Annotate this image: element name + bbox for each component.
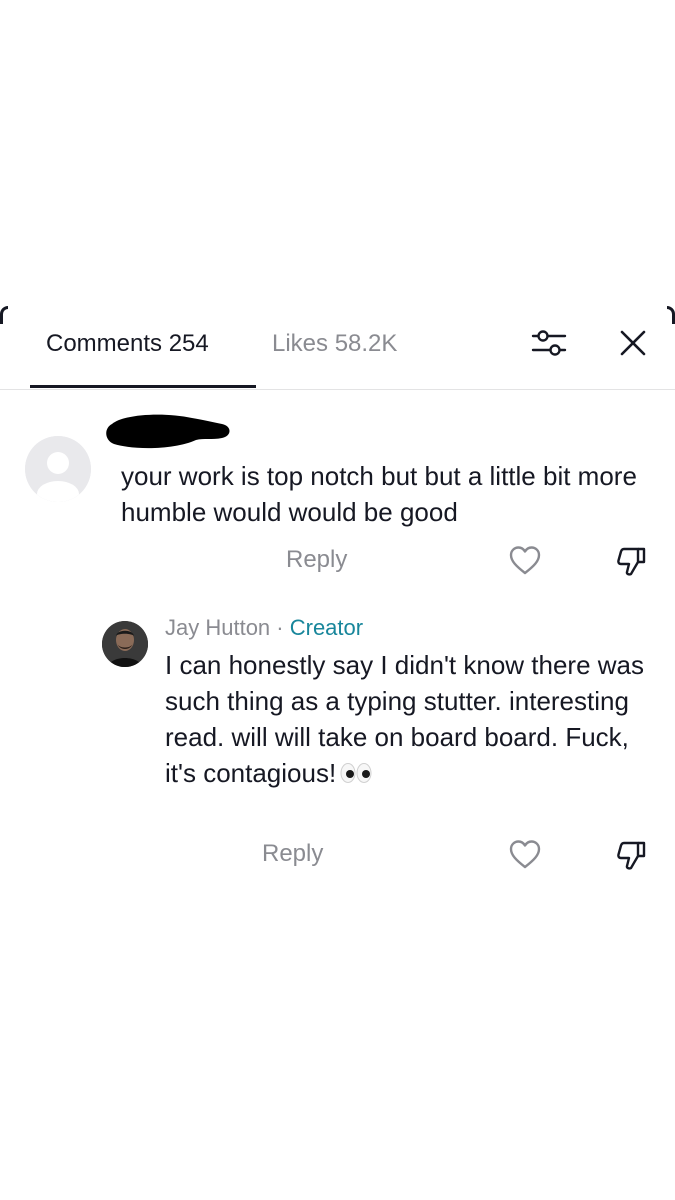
- thumbs-down-icon[interactable]: [614, 838, 648, 872]
- redacted-username: [104, 410, 232, 452]
- sheet-corner-left: [0, 306, 8, 324]
- thumbs-down-icon[interactable]: [614, 544, 648, 578]
- header-divider: [0, 389, 675, 390]
- comment-text: your work is top notch but but a little …: [121, 461, 637, 527]
- reply-author-name[interactable]: Jay Hutton: [165, 615, 270, 640]
- reply-text-block: I can honestly say I didn't know there w…: [165, 647, 660, 793]
- reply-author-line: Jay Hutton · Creator: [165, 615, 363, 641]
- active-tab-indicator: [30, 385, 256, 388]
- sheet-corner-right: [667, 306, 675, 324]
- eyes-emoji-icon: [340, 757, 372, 793]
- tab-likes[interactable]: Likes 58.2K: [272, 330, 397, 358]
- reply-text: I can honestly say I didn't know there w…: [165, 650, 644, 788]
- close-icon[interactable]: [618, 328, 648, 358]
- sliders-icon[interactable]: [530, 326, 568, 360]
- reply-button[interactable]: Reply: [286, 546, 347, 574]
- creator-badge: Creator: [289, 615, 364, 640]
- tab-comments[interactable]: Comments 254: [46, 330, 209, 358]
- heart-icon[interactable]: [508, 838, 542, 872]
- author-separator: ·: [270, 615, 290, 640]
- heart-icon[interactable]: [508, 544, 542, 578]
- reply-button[interactable]: Reply: [262, 840, 323, 868]
- creator-avatar[interactable]: [102, 621, 148, 667]
- default-avatar-icon[interactable]: [25, 436, 91, 502]
